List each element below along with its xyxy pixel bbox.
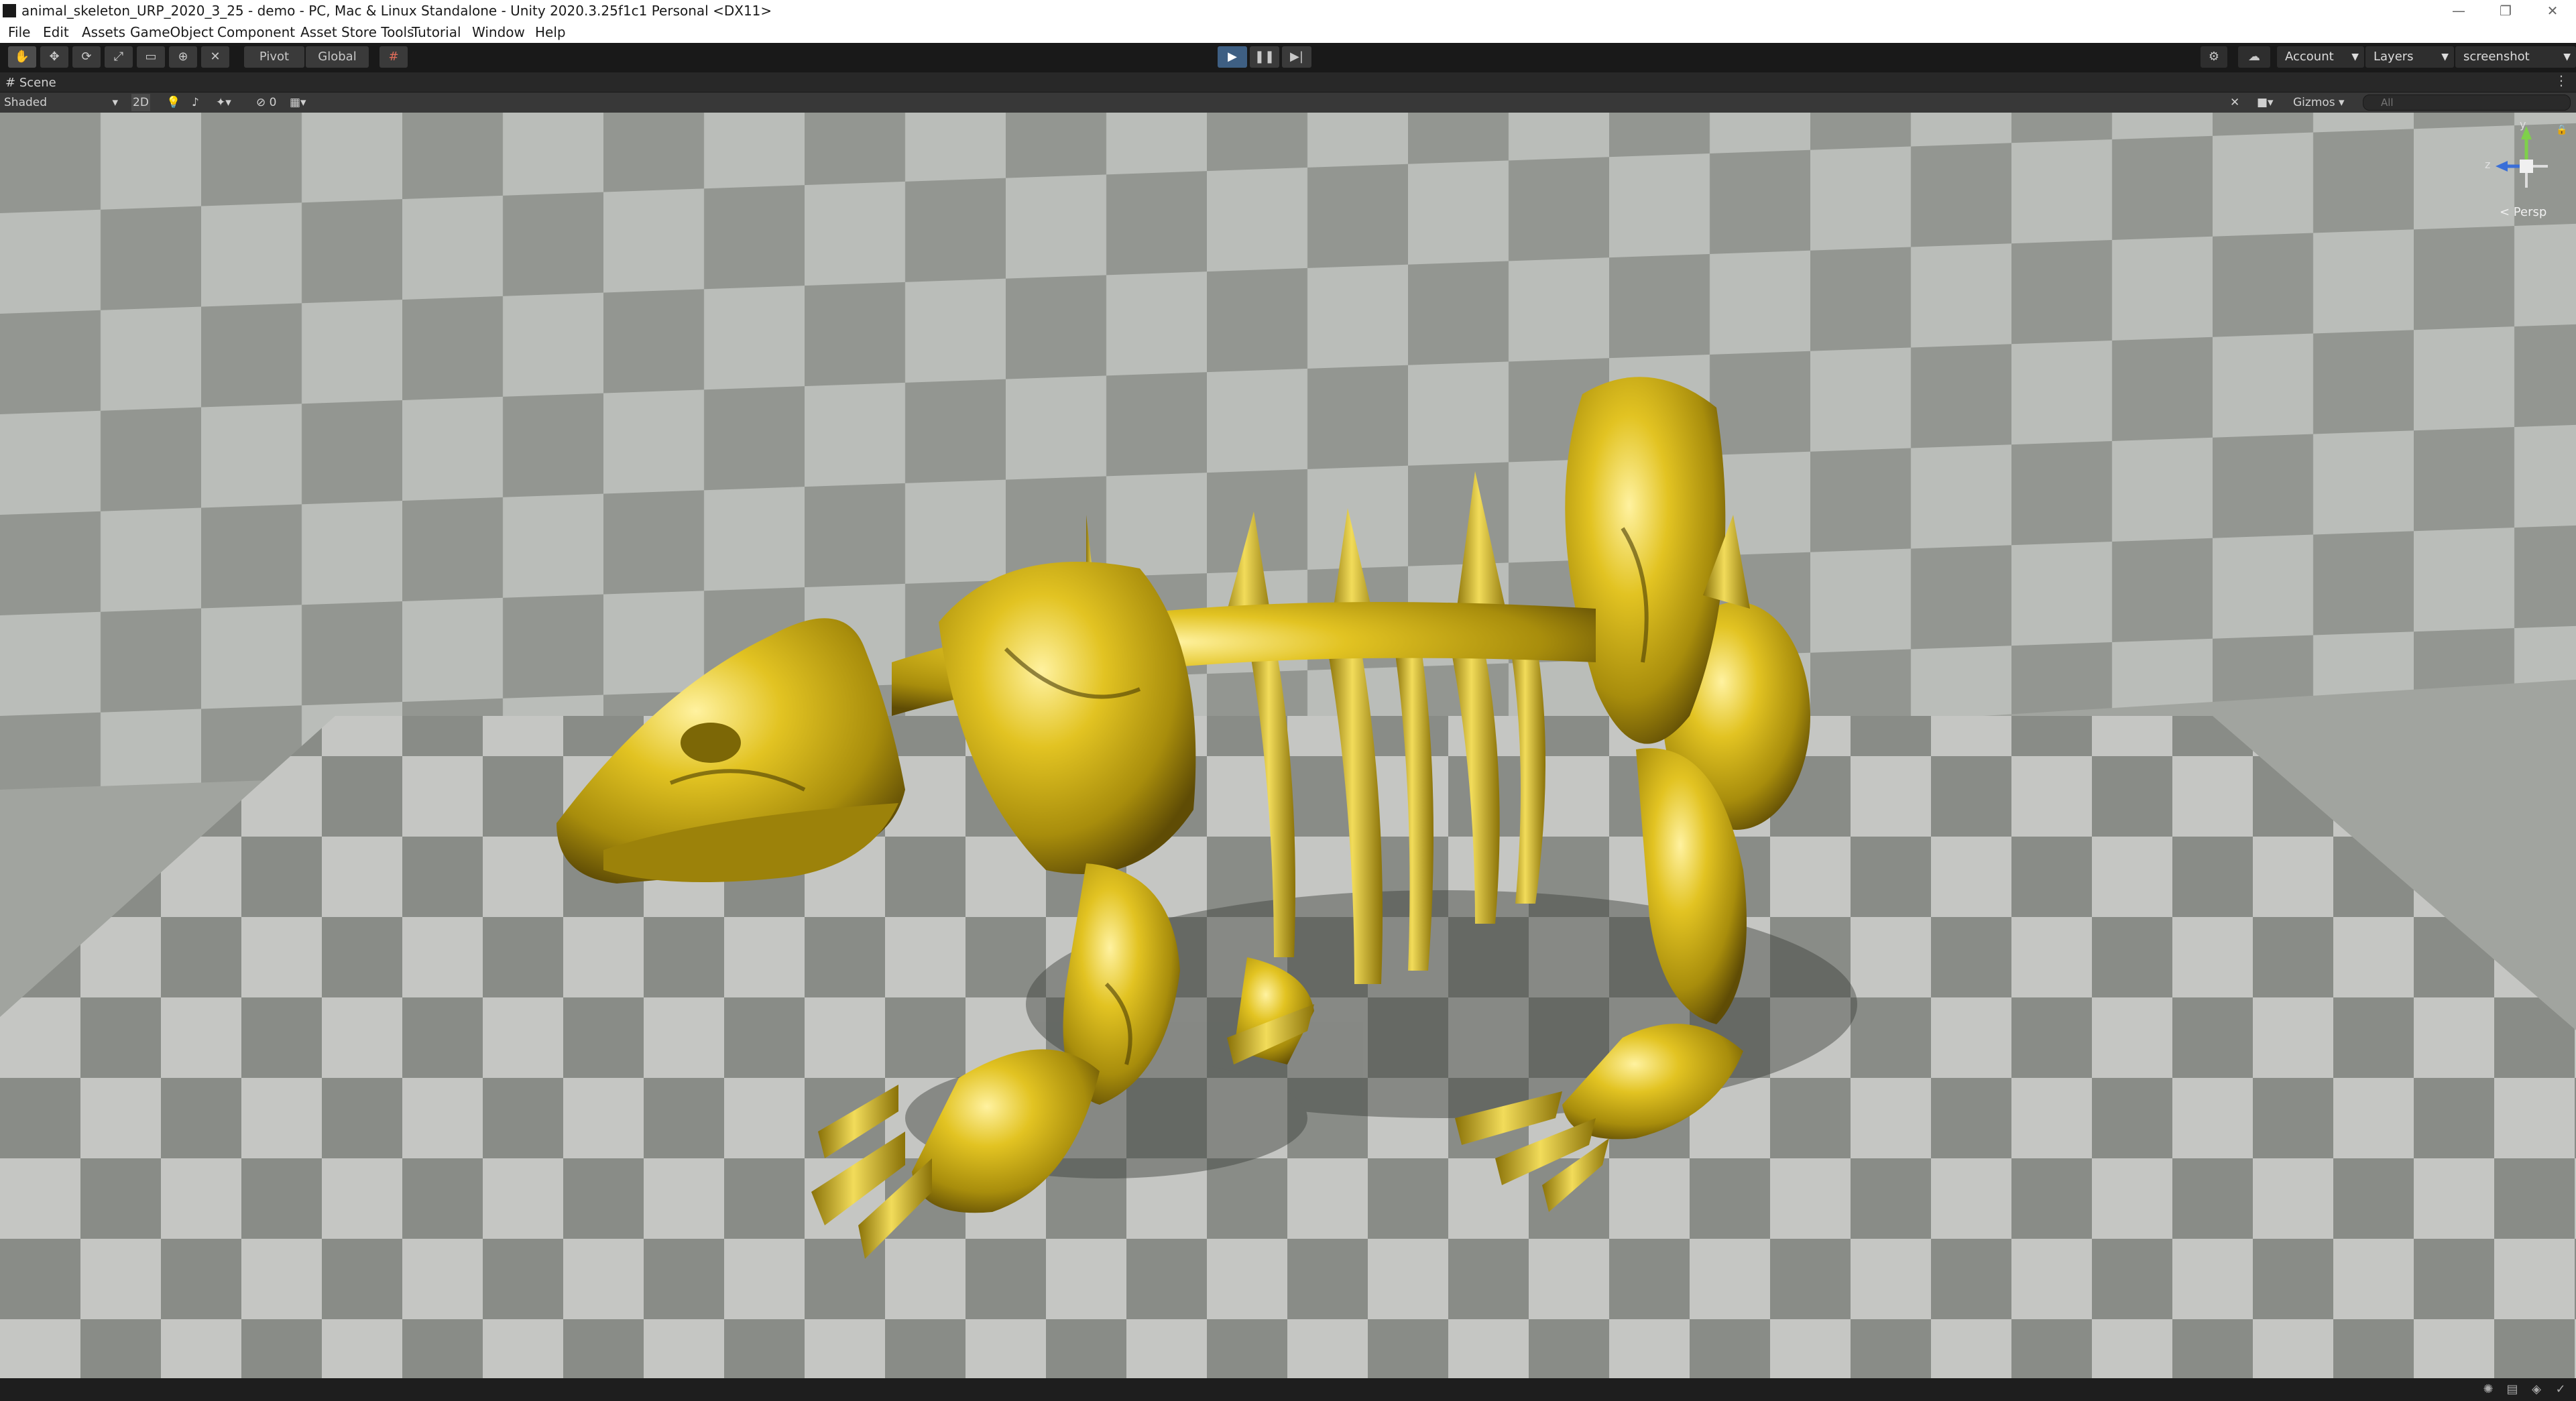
more-options-icon[interactable]: ⋮: [2555, 72, 2568, 88]
menu-component[interactable]: Component: [217, 24, 295, 40]
pause-button[interactable]: ❚❚: [1250, 46, 1279, 68]
layout-label: screenshot: [2463, 50, 2530, 64]
lock-icon[interactable]: 🔒: [2556, 125, 2567, 135]
menu-window[interactable]: Window: [472, 24, 525, 40]
rect-tool-button[interactable]: ▭: [137, 46, 165, 68]
global-label: Global: [318, 50, 357, 64]
scene-search-input[interactable]: [2363, 95, 2571, 111]
close-button[interactable]: ✕: [2529, 0, 2576, 21]
layers-label: Layers: [2374, 50, 2414, 64]
bug-icon[interactable]: ✺: [2481, 1382, 2496, 1397]
visibility-icon: ⊘: [256, 96, 266, 109]
grid-snap-icon[interactable]: #: [379, 46, 408, 68]
shading-mode-dropdown[interactable]: Shaded ▾: [4, 94, 118, 111]
main-toolbar: ✋ ✥ ⟳ ⤢ ▭ ⊕ ✕ Pivot Global # ▶ ❚❚ ▶| ⚙ ☁…: [0, 43, 2576, 72]
hidden-count: 0: [269, 96, 277, 109]
menu-help[interactable]: Help: [535, 24, 566, 40]
scene-tab-bar: # Scene ⋮: [0, 72, 2576, 93]
toggle-2d-label: 2D: [133, 96, 149, 109]
gizmo-z-label: z: [2485, 158, 2491, 171]
layout-dropdown[interactable]: screenshot ▼: [2455, 46, 2576, 68]
shading-mode-label: Shaded: [4, 96, 48, 109]
gizmos-label: Gizmos: [2293, 96, 2335, 109]
move-tool-button[interactable]: ✥: [40, 46, 68, 68]
effects-icon[interactable]: ✦▾: [216, 94, 231, 111]
scene-viewport[interactable]: y z 🔒 < Persp: [0, 113, 2576, 1378]
progress-icon[interactable]: ▤: [2505, 1382, 2520, 1397]
collab-icon[interactable]: ⚙: [2201, 46, 2227, 68]
scene-visibility-toggle[interactable]: ⊘ 0: [256, 94, 276, 111]
minimize-button[interactable]: —: [2435, 0, 2482, 21]
menu-tutorial[interactable]: Tutorial: [412, 24, 461, 40]
scene-render: [0, 113, 2576, 1378]
menu-file[interactable]: File: [8, 24, 30, 40]
chevron-down-icon: ▼: [2563, 52, 2571, 62]
chevron-down-icon: ▼: [2441, 52, 2449, 62]
window-title-bar: animal_skeleton_URP_2020_3_25 - demo - P…: [0, 0, 2576, 21]
audio-icon[interactable]: ♪: [192, 94, 199, 111]
rotate-tool-button[interactable]: ⟳: [72, 46, 101, 68]
chevron-down-icon: ▼: [2351, 52, 2359, 62]
window-title: animal_skeleton_URP_2020_3_25 - demo - P…: [21, 3, 772, 19]
account-dropdown[interactable]: Account ▼: [2277, 46, 2364, 68]
menu-gameobject[interactable]: GameObject: [130, 24, 214, 40]
menu-assets[interactable]: Assets: [82, 24, 125, 40]
custom-tool-button[interactable]: ✕: [201, 46, 229, 68]
camera-dropdown-icon[interactable]: ■▾: [2257, 94, 2274, 111]
step-button[interactable]: ▶|: [1282, 46, 1311, 68]
chevron-down-icon: ▾: [112, 96, 118, 109]
check-icon[interactable]: ✓: [2553, 1382, 2568, 1397]
scale-tool-button[interactable]: ⤢: [105, 46, 133, 68]
hand-tool-button[interactable]: ✋: [8, 46, 36, 68]
pivot-label: Pivot: [259, 50, 290, 64]
gizmo-y-label: y: [2520, 118, 2526, 131]
scene-icon: #: [5, 76, 16, 90]
lighting-icon[interactable]: 💡: [166, 94, 180, 111]
cloud-icon[interactable]: ☁: [2238, 46, 2270, 68]
tab-scene[interactable]: # Scene: [5, 74, 56, 93]
gizmos-dropdown[interactable]: Gizmos ▾: [2293, 94, 2352, 111]
cache-server-icon[interactable]: ◈: [2529, 1382, 2544, 1397]
chevron-down-icon: ▾: [2339, 96, 2345, 109]
tools-icon[interactable]: ✕: [2230, 94, 2239, 111]
play-button[interactable]: ▶: [1218, 46, 1247, 68]
unity-logo-icon: [3, 4, 16, 17]
layers-dropdown[interactable]: Layers ▼: [2365, 46, 2454, 68]
pivot-toggle[interactable]: Pivot: [244, 46, 304, 68]
transform-tool-button[interactable]: ⊕: [169, 46, 197, 68]
scene-tab-label: Scene: [19, 76, 56, 90]
projection-toggle[interactable]: < Persp: [2500, 205, 2546, 219]
scene-view-toolbar: Shaded ▾ 2D 💡 ♪ ✦▾ ⊘ 0 ▦▾ ✕ ■▾ Gizmos ▾: [0, 93, 2576, 113]
account-label: Account: [2285, 50, 2334, 64]
menu-bar: File Edit Assets GameObject Component As…: [0, 21, 2576, 43]
maximize-button[interactable]: ❐: [2482, 0, 2529, 21]
menu-asset-store-tools[interactable]: Asset Store Tools: [300, 24, 414, 40]
camera-settings-icon[interactable]: ▦▾: [290, 94, 306, 111]
status-bar: ✺ ▤ ◈ ✓: [0, 1378, 2576, 1401]
toggle-2d-button[interactable]: 2D: [131, 94, 150, 111]
menu-edit[interactable]: Edit: [43, 24, 69, 40]
global-toggle[interactable]: Global: [306, 46, 369, 68]
